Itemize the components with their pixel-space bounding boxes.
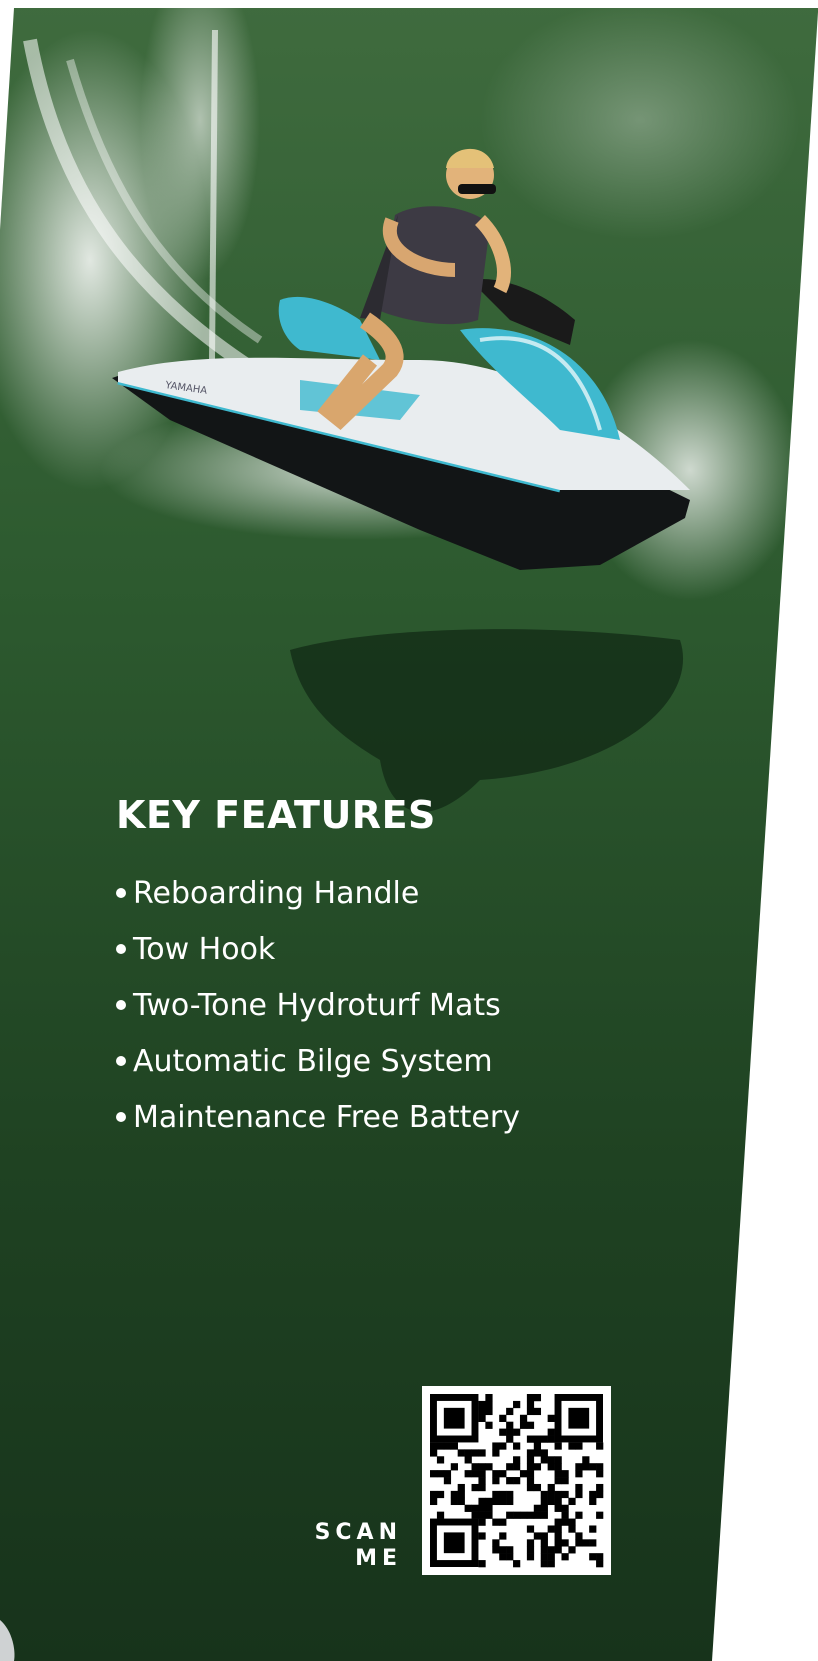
list-item: Automatic Bilge System: [116, 1034, 520, 1090]
list-item: Tow Hook: [116, 922, 520, 978]
qr-code[interactable]: [422, 1386, 611, 1575]
feature-label: Two-Tone Hydroturf Mats: [133, 988, 501, 1023]
scan-me-label: SCAN ME: [292, 1520, 402, 1572]
brochure-panel: YAMAHA KEY FEATURES Reboarding Handle To…: [0, 0, 818, 1661]
key-features-heading: KEY FEATURES: [116, 793, 436, 837]
feature-label: Automatic Bilge System: [133, 1044, 493, 1079]
list-item: Two-Tone Hydroturf Mats: [116, 978, 520, 1034]
qr-code-icon: [430, 1394, 604, 1568]
feature-label: Maintenance Free Battery: [133, 1100, 520, 1135]
scan-line-1: SCAN: [314, 1520, 402, 1545]
scan-line-2: ME: [355, 1546, 402, 1571]
bullet-icon: [116, 999, 126, 1010]
bullet-icon: [116, 887, 126, 898]
list-item: Maintenance Free Battery: [116, 1090, 520, 1146]
feature-label: Reboarding Handle: [133, 876, 420, 911]
feature-label: Tow Hook: [133, 932, 276, 967]
list-item: Reboarding Handle: [116, 866, 520, 922]
bullet-icon: [116, 943, 126, 954]
features-list: Reboarding Handle Tow Hook Two-Tone Hydr…: [116, 866, 520, 1146]
bullet-icon: [116, 1055, 126, 1066]
key-features-section: KEY FEATURES Reboarding Handle Tow Hook …: [116, 790, 520, 1146]
bullet-icon: [116, 1111, 126, 1122]
